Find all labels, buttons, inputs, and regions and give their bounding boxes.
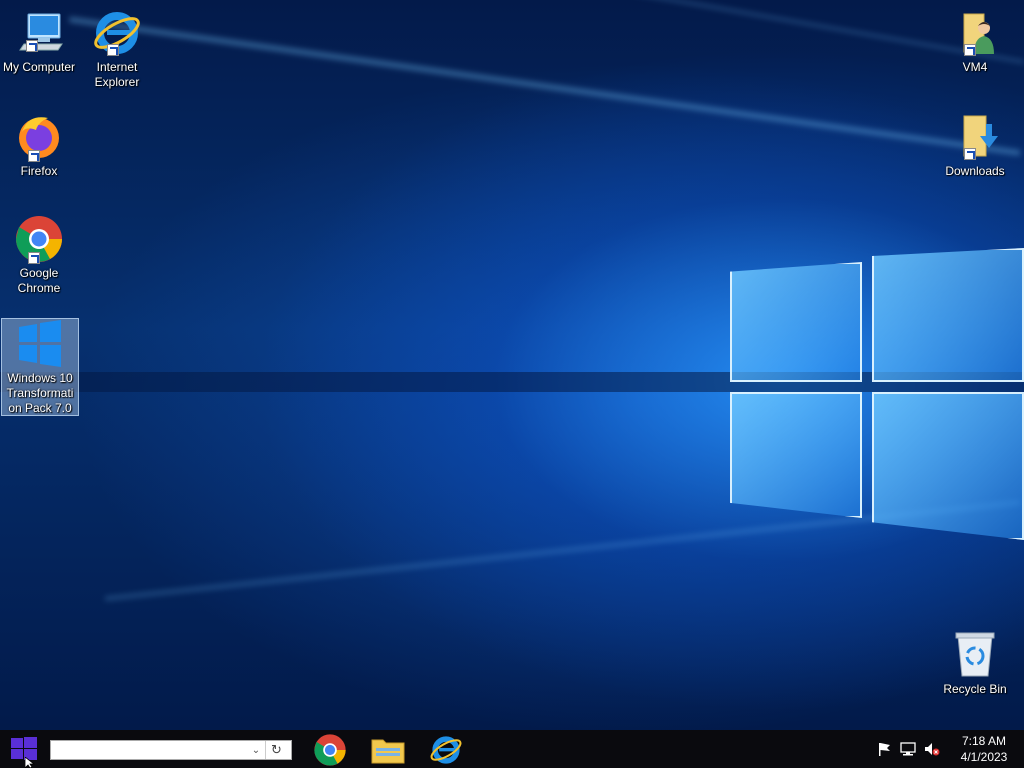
desktop-icon-downloads[interactable]: Downloads bbox=[936, 112, 1014, 179]
desktop-icon-label: Internet Explorer bbox=[94, 60, 140, 89]
desktop-icon-vm4[interactable]: VM4 bbox=[936, 8, 1014, 75]
clock-time: 7:18 AM bbox=[961, 734, 1007, 748]
desktop-icon-my-computer[interactable]: My Computer bbox=[0, 8, 78, 75]
downloads-folder-icon bbox=[950, 112, 1000, 162]
taskbar-search-box: ⌄ ↻ bbox=[50, 740, 292, 760]
clock[interactable]: 7:18 AM 4/1/2023 bbox=[944, 733, 1024, 765]
desktop-icon-label: Downloads bbox=[945, 164, 1005, 178]
logo-pane-top-right bbox=[872, 248, 1024, 382]
desktop-icon-google-chrome[interactable]: Google Chrome bbox=[0, 214, 78, 296]
desktop-icon-label: Google Chrome bbox=[17, 266, 61, 295]
horizon-band bbox=[0, 372, 1024, 392]
folder-icon bbox=[371, 739, 405, 764]
ie-icon bbox=[430, 736, 462, 764]
search-input[interactable] bbox=[51, 741, 247, 759]
logo-pane-top-left bbox=[730, 262, 862, 382]
logo-pane-bottom-right bbox=[872, 392, 1024, 540]
mouse-cursor-icon bbox=[25, 757, 35, 768]
desktop-icon-label: My Computer bbox=[2, 60, 76, 74]
refresh-icon[interactable]: ↻ bbox=[265, 741, 287, 759]
shortcut-arrow-icon bbox=[26, 40, 38, 52]
clock-date: 4/1/2023 bbox=[960, 750, 1008, 764]
start-button[interactable] bbox=[0, 730, 48, 768]
recycle-bin-icon bbox=[950, 630, 1000, 680]
taskbar-app-chrome[interactable] bbox=[312, 733, 348, 767]
desktop-icon-label: Recycle Bin bbox=[943, 682, 1007, 696]
logo-pane-bottom-left bbox=[730, 392, 862, 518]
shortcut-arrow-icon bbox=[964, 148, 976, 160]
chevron-down-icon[interactable]: ⌄ bbox=[247, 741, 265, 759]
ie-icon bbox=[92, 8, 142, 58]
computer-icon bbox=[14, 8, 64, 58]
desktop-icon-label: VM4 bbox=[962, 60, 988, 74]
taskbar: ⌄ ↻ 7:18 AM 4/1/2023 bbox=[0, 730, 1024, 768]
chrome-icon bbox=[14, 214, 64, 264]
firefox-icon bbox=[14, 112, 64, 162]
flag-icon[interactable] bbox=[872, 737, 896, 761]
user-folder-icon bbox=[950, 8, 1000, 58]
system-tray: 7:18 AM 4/1/2023 bbox=[872, 730, 1024, 768]
taskbar-app-file-explorer[interactable] bbox=[370, 733, 406, 767]
chrome-icon bbox=[314, 734, 346, 766]
desktop-icon-transformation-pack[interactable]: Windows 10 Transformation Pack 7.0 bbox=[1, 318, 79, 416]
shortcut-arrow-icon bbox=[28, 150, 40, 162]
shortcut-arrow-icon bbox=[28, 252, 40, 264]
windows-logo-icon bbox=[15, 319, 65, 369]
desktop-icon-label: Windows 10 Transformation Pack 7.0 bbox=[6, 371, 74, 415]
desktop-icon-recycle-bin[interactable]: Recycle Bin bbox=[936, 630, 1014, 697]
desktop-icon-internet-explorer[interactable]: Internet Explorer bbox=[78, 8, 156, 90]
volume-muted-icon[interactable] bbox=[920, 737, 944, 761]
desktop-icon-label: Firefox bbox=[20, 164, 58, 178]
shortcut-arrow-icon bbox=[964, 44, 976, 56]
desktop-wallpaper: My Computer Internet Explorer Firefox Go… bbox=[0, 0, 1024, 730]
shortcut-arrow-icon bbox=[107, 44, 119, 56]
taskbar-app-internet-explorer[interactable] bbox=[428, 733, 464, 767]
network-icon[interactable] bbox=[896, 737, 920, 761]
desktop-icon-firefox[interactable]: Firefox bbox=[0, 112, 78, 179]
